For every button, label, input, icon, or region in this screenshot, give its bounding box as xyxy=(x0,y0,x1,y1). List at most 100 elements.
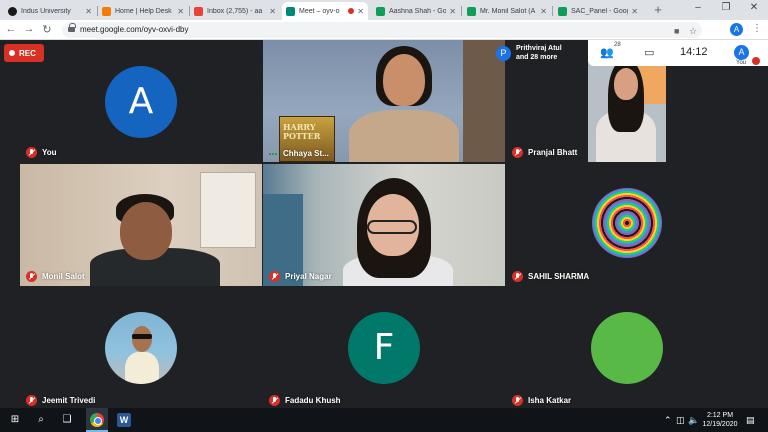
browser-toolbar: ← → ↻ meet.google.com/oyv-oxvi-dby ■ ☆ A… xyxy=(0,20,768,40)
tab-meet[interactable]: Meet – oyv-o ✕ xyxy=(282,2,368,20)
chrome-icon[interactable] xyxy=(90,413,104,427)
people-count: 28 xyxy=(614,42,621,48)
participant-tile-fadadu[interactable]: F Fadadu Khush xyxy=(263,288,505,410)
participant-label: Fadadu Khush xyxy=(269,395,341,406)
participant-label: SAHIL SHARMA xyxy=(512,271,589,282)
close-tab-icon[interactable]: ✕ xyxy=(269,7,276,16)
avatar: A xyxy=(105,66,177,138)
volume-icon[interactable]: 🔈 xyxy=(688,415,699,426)
mic-off-icon xyxy=(512,271,523,282)
participant-name: Pranjal Bhatt xyxy=(528,148,578,157)
participant-name: SAHIL SHARMA xyxy=(528,272,590,281)
participant-label: Chhaya St... xyxy=(269,149,329,158)
participant-tile-monil[interactable]: Monil Salot xyxy=(20,164,262,286)
maximize-window-icon[interactable]: ❐ xyxy=(716,2,736,13)
person-body xyxy=(349,110,459,162)
tab-title: Aashna Shah - Go xyxy=(389,7,447,15)
tab-divider xyxy=(552,6,553,16)
participant-tile-sahil[interactable]: SAHIL SHARMA xyxy=(506,164,748,286)
more-options-icon[interactable]: ⋮ xyxy=(752,23,762,34)
participant-tile-chhaya[interactable]: HARRY POTTER Chhaya St... xyxy=(263,40,505,162)
tab-indus-university[interactable]: Indus University ✕ xyxy=(4,2,96,20)
bookmark-star-icon[interactable]: ☆ xyxy=(689,26,697,37)
participant-name: Fadadu Khush xyxy=(285,396,341,405)
presenter-more: and 28 more xyxy=(516,54,558,61)
mic-off-icon xyxy=(269,271,280,282)
clock-time: 2:12 PM xyxy=(706,412,734,419)
participant-name: Monil Salot xyxy=(42,272,85,281)
tab-help-desk[interactable]: Home | Help Desk ✕ xyxy=(98,2,188,20)
sunglasses xyxy=(132,334,152,339)
system-clock[interactable]: 2:12 PM 12/19/2020 xyxy=(700,411,740,429)
mic-off-icon xyxy=(512,147,523,158)
participant-tile-priyal[interactable]: Priyal Nagar xyxy=(263,164,505,286)
forward-arrow-icon[interactable]: → xyxy=(22,23,36,35)
wall-chart xyxy=(200,172,256,248)
people-icon[interactable]: 👥 xyxy=(600,46,614,59)
close-tab-icon[interactable]: ✕ xyxy=(177,7,184,16)
rec-label: REC xyxy=(19,48,36,58)
participant-label: Monil Salot xyxy=(26,271,85,282)
search-icon[interactable]: ⌕ xyxy=(34,413,48,427)
meet-icon xyxy=(286,6,295,16)
person-face xyxy=(614,68,638,100)
self-avatar[interactable]: A xyxy=(734,45,749,60)
windows-taskbar: ⊞ ⌕ ❑ W ⌃ ◫ 🔈 2:12 PM 12/19/2020 ▤ xyxy=(0,408,768,432)
presenter-text: Prithviraj Atul and 28 more xyxy=(516,44,562,62)
tab-monil-salot[interactable]: Mr. Monil Salot (A ✕ xyxy=(463,2,551,20)
tab-gmail-inbox[interactable]: Inbox (2,755) - aa ✕ xyxy=(190,2,280,20)
reload-icon[interactable]: ↻ xyxy=(40,23,54,36)
tab-divider xyxy=(461,6,462,16)
participant-tile-you[interactable]: A You xyxy=(20,40,262,162)
profile-picture xyxy=(592,188,662,258)
profile-picture xyxy=(105,312,177,384)
participant-label: Priyal Nagar xyxy=(269,271,332,282)
participant-tile-isha[interactable]: Isha Katkar xyxy=(506,288,748,410)
tab-title: SAC_Panel - Goog xyxy=(571,7,629,15)
participant-tile-jeemit[interactable]: Jeemit Trivedi xyxy=(20,288,262,410)
chat-icon[interactable]: ▭ xyxy=(644,46,654,59)
network-icon[interactable]: ◫ xyxy=(676,415,685,426)
address-bar[interactable]: meet.google.com/oyv-oxvi-dby ■ ☆ xyxy=(62,22,702,38)
participant-label: Isha Katkar xyxy=(512,395,571,406)
word-icon[interactable]: W xyxy=(117,413,131,427)
participant-name: Priyal Nagar xyxy=(285,272,332,281)
book-title: HARRY POTTER xyxy=(283,122,321,141)
close-tab-icon[interactable]: ✕ xyxy=(540,7,547,16)
tab-sac-panel[interactable]: SAC_Panel - Goog ✕ xyxy=(554,2,642,20)
back-arrow-icon[interactable]: ← xyxy=(4,23,18,35)
meeting-time: 14:12 xyxy=(680,46,708,58)
tab-title: Mr. Monil Salot (A xyxy=(480,7,536,15)
tab-title: Inbox (2,755) - aa xyxy=(207,7,263,15)
person-face xyxy=(132,326,152,352)
meeting-info-bar: 👥 28 ▭ 14:12 A You xyxy=(588,40,768,66)
participant-label: Jeemit Trivedi xyxy=(26,395,95,406)
show-hidden-icons-icon[interactable]: ⌃ xyxy=(664,415,672,426)
tab-aashna-shah[interactable]: Aashna Shah - Go ✕ xyxy=(372,2,460,20)
person-body xyxy=(125,352,159,384)
task-view-icon[interactable]: ❑ xyxy=(60,413,74,427)
speaking-indicator-icon xyxy=(269,152,278,155)
presenter-name: Prithviraj Atul xyxy=(516,45,562,52)
close-window-icon[interactable]: ✕ xyxy=(744,2,764,13)
close-tab-icon[interactable]: ✕ xyxy=(449,7,456,16)
presenter-chip[interactable]: P Prithviraj Atul and 28 more xyxy=(496,42,562,64)
close-tab-icon[interactable]: ✕ xyxy=(85,7,92,16)
video-feed: HARRY POTTER xyxy=(263,40,505,162)
avatar: F xyxy=(348,312,420,384)
close-tab-icon[interactable]: ✕ xyxy=(631,7,638,16)
windows-start-icon[interactable]: ⊞ xyxy=(8,413,22,427)
help-desk-favicon-icon xyxy=(102,6,111,16)
mic-off-icon xyxy=(26,395,37,406)
profile-picture xyxy=(591,312,663,384)
profile-avatar[interactable]: A xyxy=(730,23,743,36)
notifications-icon[interactable]: ▤ xyxy=(746,415,755,426)
new-tab-button[interactable]: + xyxy=(651,2,665,17)
camera-icon[interactable]: ■ xyxy=(674,26,679,36)
browser-tab-strip: Indus University ✕ Home | Help Desk ✕ In… xyxy=(0,0,768,20)
close-tab-icon[interactable]: ✕ xyxy=(357,7,364,16)
minimize-window-icon[interactable]: – xyxy=(688,2,708,13)
mic-off-badge-icon xyxy=(752,57,760,65)
participant-name: Isha Katkar xyxy=(528,396,572,405)
mic-off-icon xyxy=(26,147,37,158)
